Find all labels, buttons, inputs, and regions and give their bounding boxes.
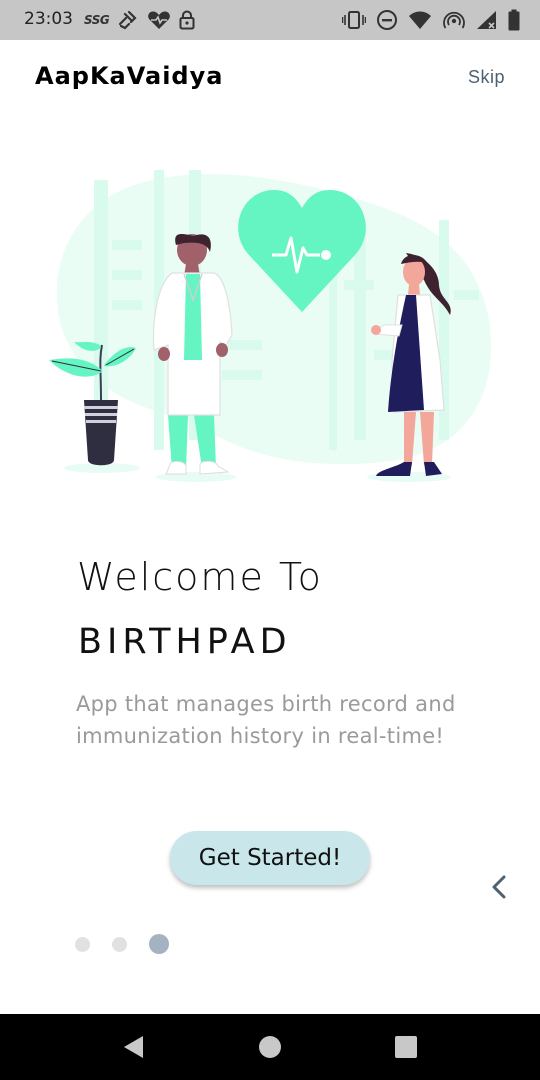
app-name: BIRTHPAD: [78, 622, 292, 662]
doctors-heart-illustration: [49, 170, 492, 482]
pager-dot-1[interactable]: [75, 936, 90, 952]
status-time: 23:03: [24, 9, 73, 29]
app-description: App that manages birth record and immuni…: [76, 692, 456, 748]
pager-dots: [75, 934, 169, 954]
wifi-icon: [409, 11, 431, 29]
status-left-icons: SSG: [84, 8, 195, 32]
status-right-icons: [342, 8, 520, 32]
pager-dot-3-active[interactable]: [149, 934, 169, 954]
back-triangle-icon[interactable]: [121, 1034, 147, 1060]
hotspot-icon: [443, 11, 465, 29]
link-icon: [119, 10, 137, 30]
skip-button[interactable]: Skip: [468, 67, 505, 88]
pager-dot-2[interactable]: [112, 936, 127, 952]
status-bar: 23:03 SSG: [0, 0, 540, 40]
heart-icon: [148, 11, 171, 29]
home-circle-icon[interactable]: [257, 1034, 283, 1060]
recents-square-icon[interactable]: [393, 1034, 419, 1060]
lock-icon: [179, 10, 195, 30]
get-started-button[interactable]: Get Started!: [170, 831, 370, 885]
ssg-icon: SSG: [84, 13, 110, 27]
navigation-bar: [0, 1014, 540, 1080]
battery-icon: [508, 9, 520, 31]
vibrate-icon: [342, 11, 366, 29]
dnd-icon: [377, 10, 397, 30]
signal-icon: [477, 11, 496, 29]
brand-title: AapKaVaidya: [35, 62, 224, 90]
chevron-left-icon[interactable]: [488, 874, 512, 900]
welcome-title: Welcome To: [77, 555, 323, 599]
